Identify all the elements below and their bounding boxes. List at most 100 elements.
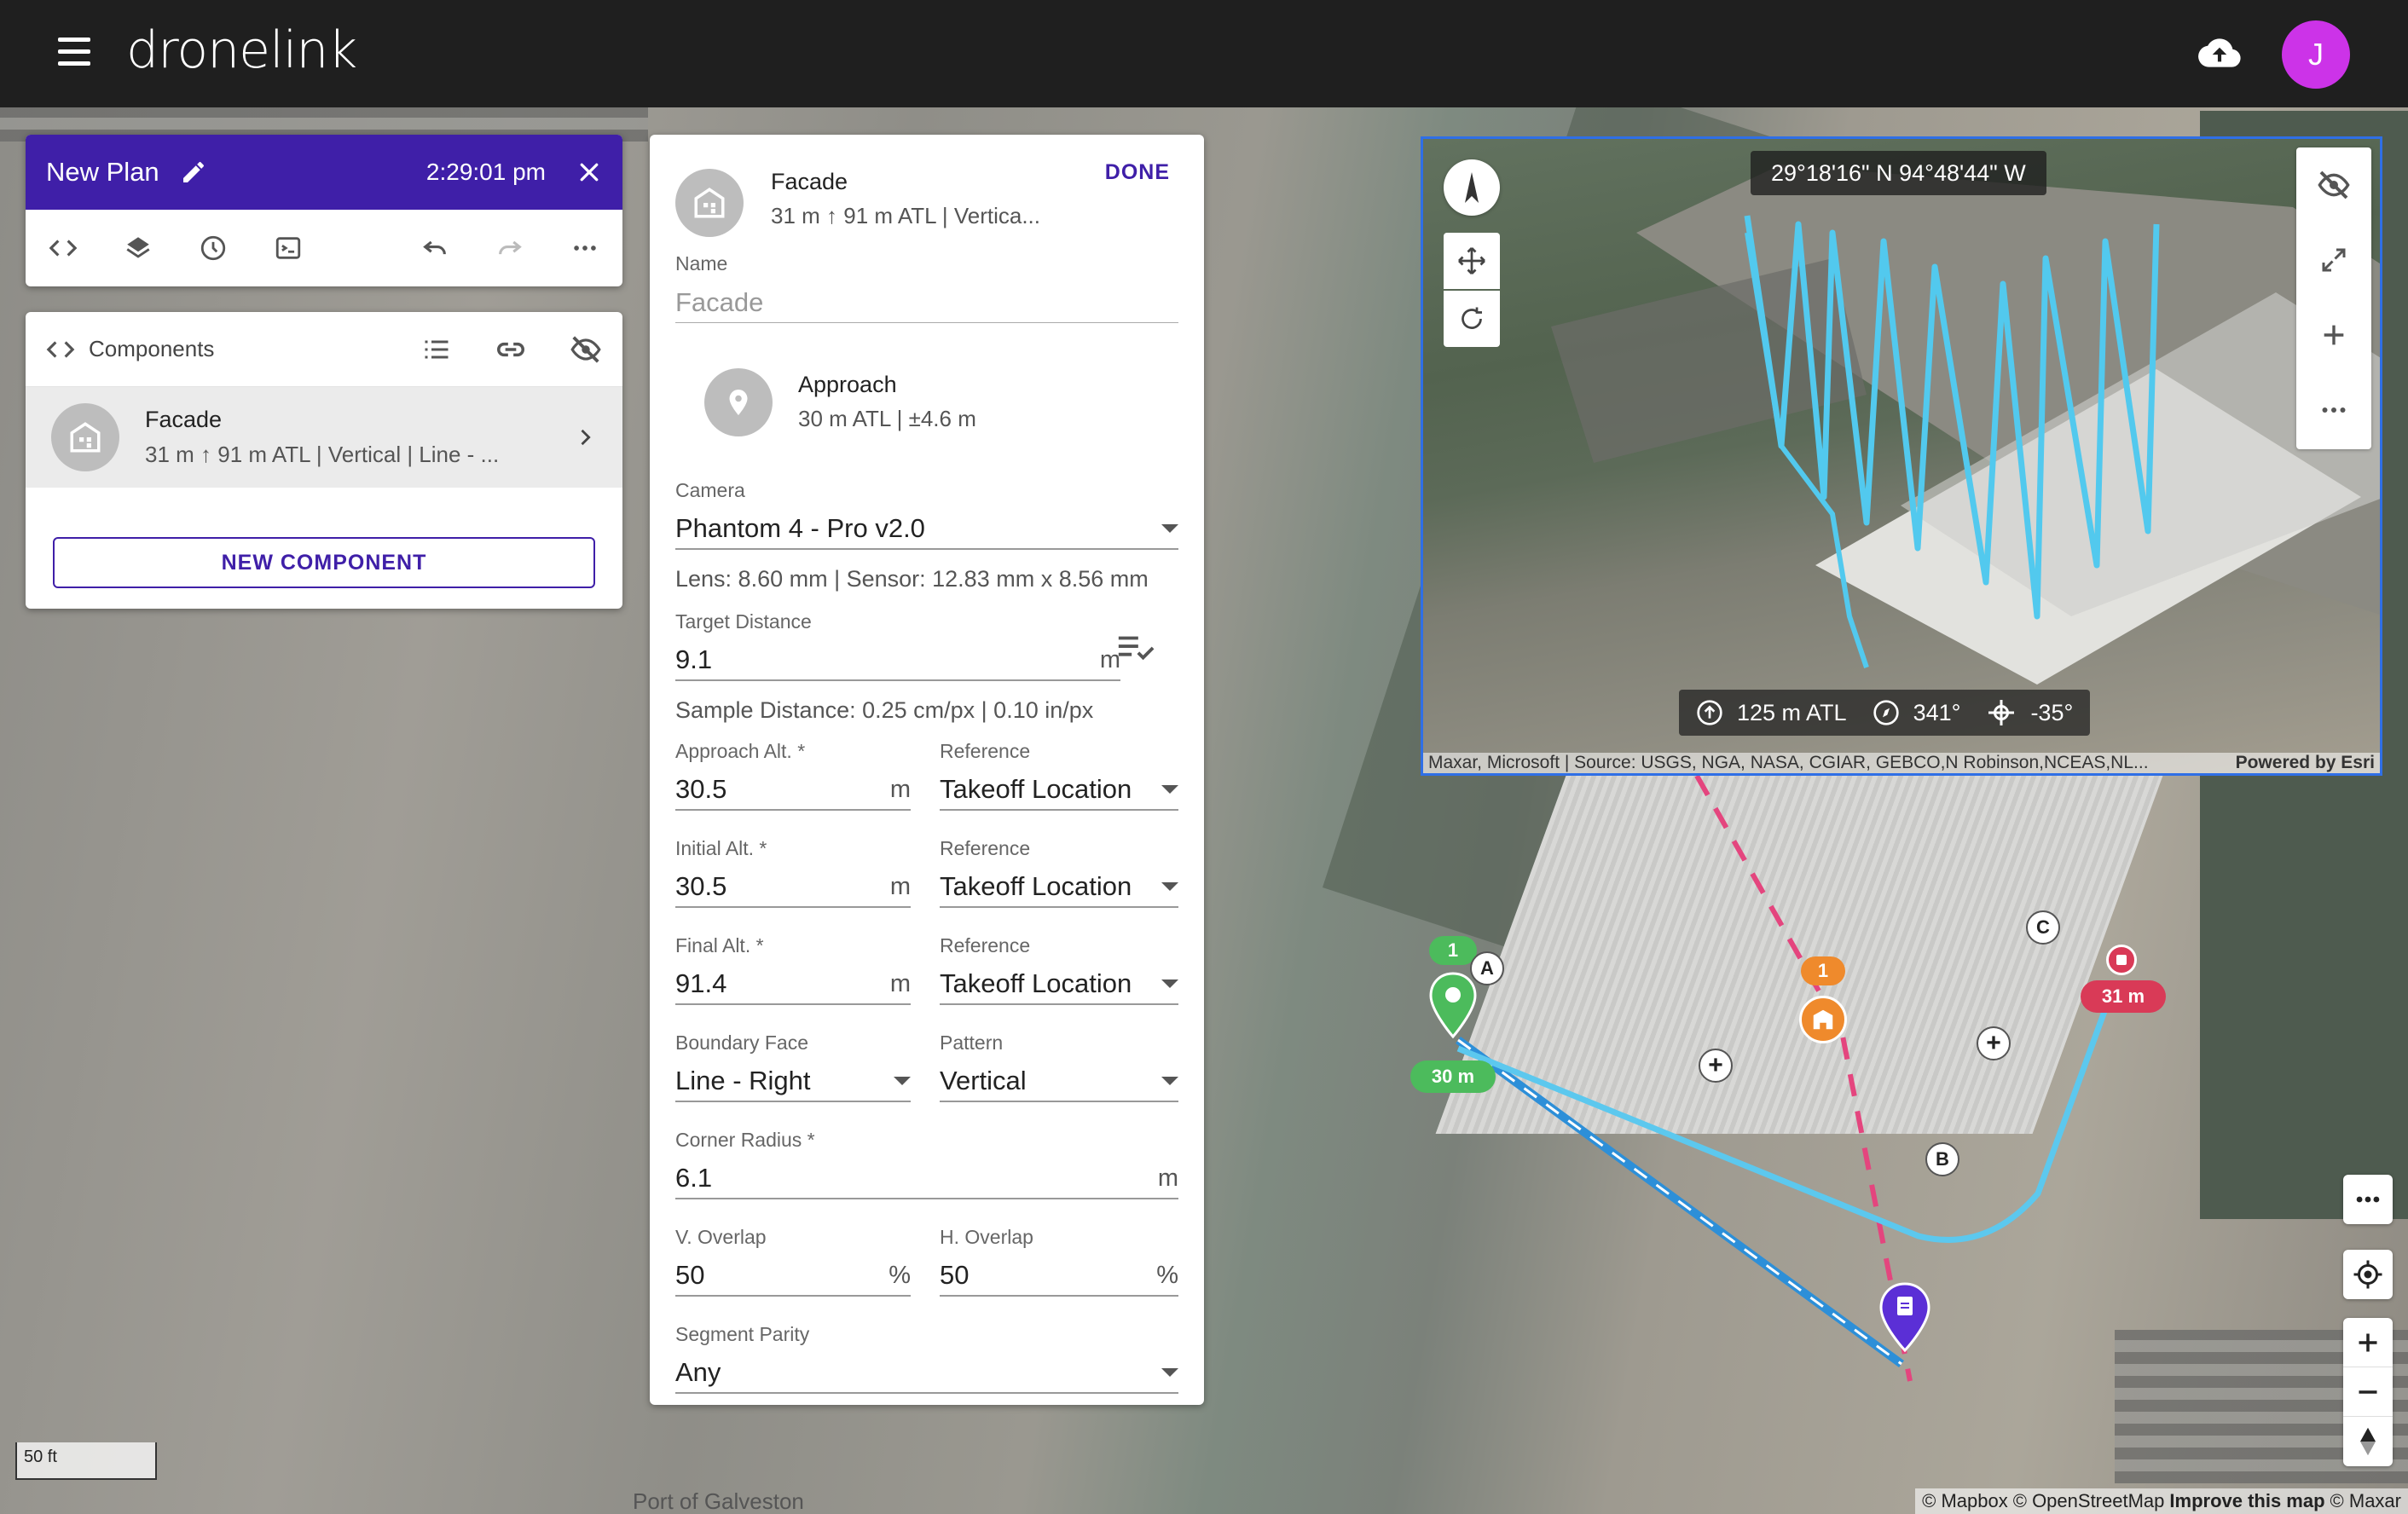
- segment-parity-select[interactable]: Any: [675, 1353, 1178, 1394]
- preview-telemetry: 125 m ATL 341° -35°: [1679, 690, 2091, 736]
- initial-alt-input[interactable]: 30.5 m: [675, 867, 911, 908]
- building-icon: [51, 403, 119, 471]
- attribution-osm[interactable]: © OpenStreetMap: [2013, 1490, 2165, 1512]
- target-distance-input[interactable]: 9.1 m: [675, 640, 1120, 681]
- hamburger-menu-icon[interactable]: [58, 38, 102, 72]
- code-icon[interactable]: [43, 228, 84, 269]
- v-overlap-input[interactable]: 50%: [675, 1256, 911, 1297]
- start-pin-icon[interactable]: [1429, 972, 1477, 1040]
- fullscreen-icon[interactable]: [2296, 222, 2371, 298]
- boundary-face-label: Boundary Face: [675, 1031, 808, 1054]
- component-subtitle: 31 m ↑ 91 m ATL | Vertical | Line - ...: [145, 442, 500, 467]
- camera-field: Camera Phantom 4 - Pro v2.0: [675, 479, 1178, 550]
- cloud-upload-icon[interactable]: [2198, 34, 2241, 72]
- 3d-preview[interactable]: 29°18'16" N 94°48'44" W 125 m ATL 341° -…: [1421, 136, 2382, 776]
- heading-value: 341°: [1913, 699, 1961, 725]
- h-overlap-label: H. Overlap: [940, 1226, 1033, 1248]
- final-alt-input[interactable]: 91.4 m: [675, 964, 911, 1005]
- attribution-mapbox[interactable]: © Mapbox: [1922, 1490, 2008, 1512]
- redo-icon[interactable]: [489, 228, 530, 269]
- final-reference-field: Reference Takeoff Location: [940, 934, 1178, 1005]
- start-count-badge: 1: [1429, 936, 1477, 965]
- pattern-select[interactable]: Vertical: [940, 1061, 1178, 1102]
- plan-clock: 2:29:01 pm: [425, 159, 546, 185]
- components-title: Components: [89, 336, 215, 361]
- more-icon[interactable]: [2296, 373, 2371, 448]
- app-logo: dronelink: [126, 20, 357, 80]
- dropdown-caret-icon: [1161, 1077, 1178, 1085]
- components-card: Components Facade 31 m ↑ 91 m ATL | Vert…: [26, 312, 622, 609]
- altitude-value: 125 m ATL: [1737, 699, 1847, 725]
- dropdown-caret-icon: [1161, 1368, 1178, 1377]
- compass-icon[interactable]: [1444, 159, 1500, 216]
- pencil-icon[interactable]: [180, 159, 207, 186]
- name-input[interactable]: Facade: [675, 282, 1178, 323]
- target-distance-label: Target Distance: [675, 610, 812, 633]
- add-waypoint-icon[interactable]: +: [1977, 1026, 2011, 1060]
- h-overlap-input[interactable]: 50%: [940, 1256, 1178, 1297]
- facade-title: Facade: [771, 169, 848, 194]
- add-waypoint-icon[interactable]: +: [1699, 1049, 1733, 1083]
- list-icon[interactable]: [421, 334, 452, 365]
- approach-subtitle: 30 m ATL | ±4.6 m: [798, 406, 976, 431]
- corner-radius-label: Corner Radius *: [675, 1129, 815, 1151]
- gimbal-value: -35°: [2030, 699, 2074, 725]
- final-reference-select[interactable]: Takeoff Location: [940, 964, 1178, 1005]
- dropdown-caret-icon: [1161, 524, 1178, 533]
- terminal-icon[interactable]: [268, 228, 309, 269]
- undo-icon[interactable]: [414, 228, 455, 269]
- boundary-face-select[interactable]: Line - Right: [675, 1061, 911, 1102]
- end-marker-icon[interactable]: [2106, 945, 2137, 975]
- corner-radius-input[interactable]: 6.1 m: [675, 1159, 1178, 1199]
- my-location-icon[interactable]: [2343, 1250, 2393, 1299]
- approach-reference-select[interactable]: Takeoff Location: [940, 770, 1178, 811]
- map-scale: 50 ft: [15, 1442, 157, 1480]
- visibility-off-icon[interactable]: [570, 333, 602, 366]
- improve-map-link[interactable]: Improve this map: [2169, 1490, 2324, 1512]
- user-avatar[interactable]: J: [2282, 20, 2350, 89]
- initial-reference-field: Reference Takeoff Location: [940, 837, 1178, 908]
- approach-alt-input[interactable]: 30.5 m: [675, 770, 911, 811]
- approach-alt-field: Approach Alt. * 30.5 m: [675, 740, 911, 811]
- dropdown-caret-icon: [894, 1077, 911, 1085]
- link-icon[interactable]: [495, 333, 527, 366]
- rotate-icon[interactable]: [1444, 291, 1500, 347]
- north-arrow-icon[interactable]: [2343, 1417, 2393, 1466]
- visibility-off-icon[interactable]: [2296, 147, 2371, 222]
- component-marker-icon[interactable]: [1799, 996, 1847, 1043]
- initial-alt-label: Initial Alt. *: [675, 837, 767, 859]
- gimbal-icon: [1988, 700, 2015, 725]
- zoom-out-icon[interactable]: [2343, 1367, 2393, 1417]
- map-more-icon[interactable]: [2343, 1175, 2393, 1224]
- component-item-facade[interactable]: Facade 31 m ↑ 91 m ATL | Vertical | Line…: [26, 387, 622, 488]
- new-component-button[interactable]: NEW COMPONENT: [53, 537, 595, 588]
- plan-card: New Plan 2:29:01 pm: [26, 135, 622, 286]
- clock-icon[interactable]: [193, 228, 234, 269]
- preview-attribution: Maxar, Microsoft | Source: USGS, NGA, NA…: [1423, 753, 2380, 773]
- end-altitude-badge: 31 m: [2081, 980, 2166, 1013]
- destination-pin-icon[interactable]: [1879, 1282, 1930, 1354]
- plan-title[interactable]: New Plan: [46, 157, 159, 188]
- approach-title: Approach: [798, 372, 897, 397]
- attribution-esri[interactable]: Powered by Esri: [2219, 753, 2375, 773]
- zoom-in-icon[interactable]: [2343, 1318, 2393, 1367]
- more-icon[interactable]: [564, 228, 605, 269]
- camera-select[interactable]: Phantom 4 - Pro v2.0: [675, 509, 1178, 550]
- attribution-maxar[interactable]: © Maxar: [2330, 1490, 2401, 1512]
- waypoint-c[interactable]: C: [2026, 910, 2060, 945]
- h-overlap-field: H. Overlap 50%: [940, 1226, 1178, 1297]
- playlist-check-icon[interactable]: [1115, 631, 1155, 665]
- v-overlap-label: V. Overlap: [675, 1226, 767, 1248]
- preview-coordinates: 29°18'16" N 94°48'44" W: [1751, 151, 2046, 195]
- initial-reference-select[interactable]: Takeoff Location: [940, 867, 1178, 908]
- close-icon[interactable]: [576, 159, 602, 185]
- add-icon[interactable]: [2296, 298, 2371, 373]
- waypoint-b[interactable]: B: [1925, 1142, 1959, 1176]
- done-button[interactable]: DONE: [1105, 160, 1170, 185]
- pan-icon[interactable]: [1444, 233, 1500, 289]
- waypoint-a[interactable]: A: [1470, 951, 1504, 985]
- approach-item[interactable]: Approach 30 m ATL | ±4.6 m: [675, 360, 1178, 445]
- layers-icon[interactable]: [118, 228, 159, 269]
- attribution-text: Maxar, Microsoft | Source: USGS, NGA, NA…: [1428, 753, 2149, 772]
- code-icon: [46, 340, 75, 358]
